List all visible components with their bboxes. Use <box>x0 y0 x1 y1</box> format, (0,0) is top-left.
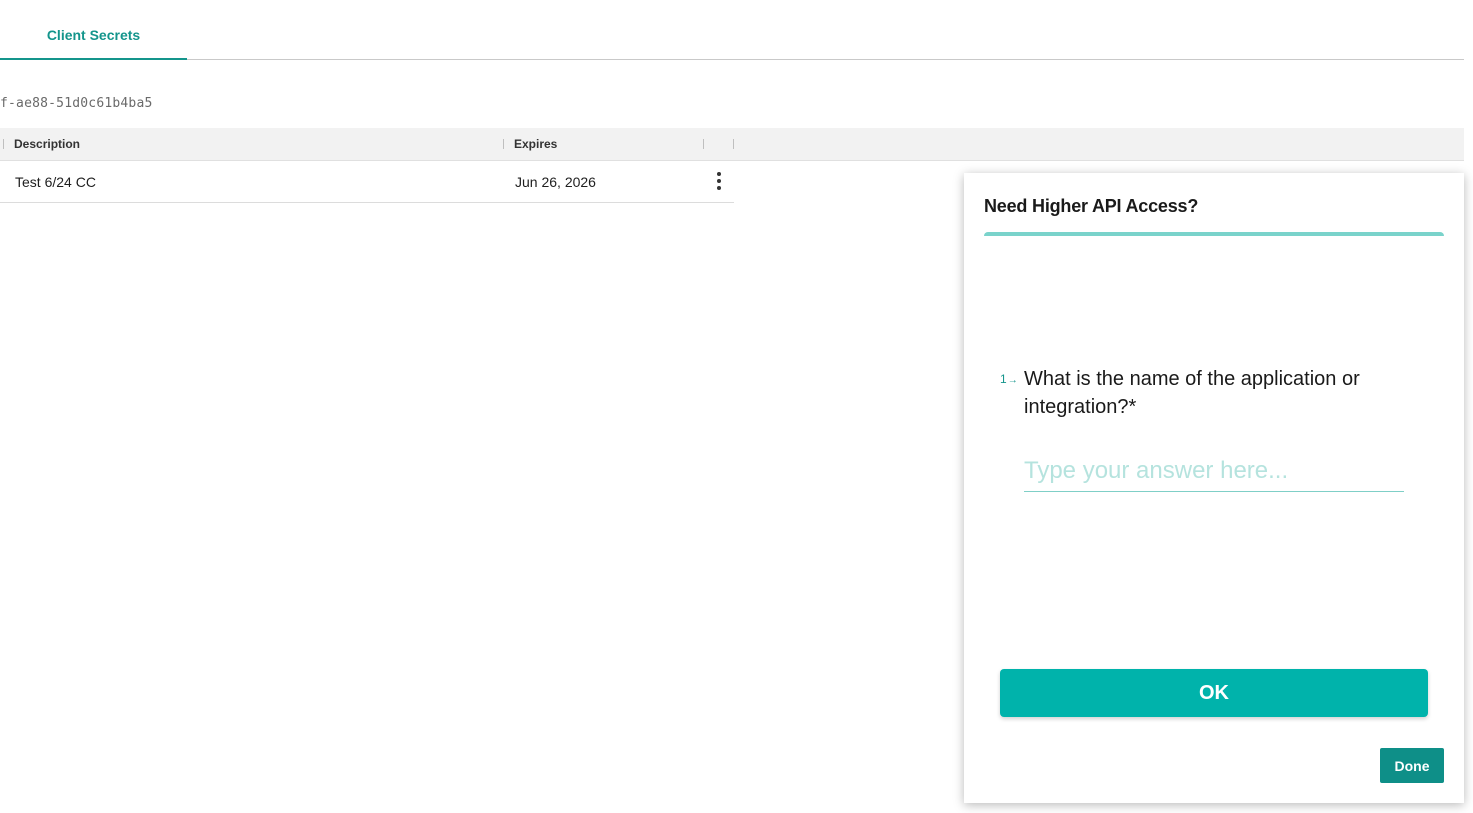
higher-api-access-panel: Need Higher API Access? 1→ What is the n… <box>964 173 1464 803</box>
table-header: Description Expires <box>0 128 1464 161</box>
column-header-description[interactable]: Description <box>14 128 80 160</box>
column-divider <box>3 139 4 149</box>
column-divider <box>503 139 504 149</box>
question-text: What is the name of the application or i… <box>1024 368 1360 418</box>
client-id-text: f-ae88-51d0c61b4ba5 <box>0 96 153 111</box>
ok-button[interactable]: OK <box>1000 669 1428 717</box>
column-divider <box>733 139 734 149</box>
arrow-right-icon: → <box>1007 375 1018 386</box>
tabs-bar: Client Secrets <box>0 0 1464 60</box>
page: Client Secrets f-ae88-51d0c61b4ba5 Descr… <box>0 0 1473 813</box>
question-number: 1→ <box>1000 372 1018 386</box>
tab-client-secrets[interactable]: Client Secrets <box>0 27 187 60</box>
column-header-expires[interactable]: Expires <box>514 128 557 160</box>
column-divider <box>703 139 704 149</box>
table-row: Test 6/24 CC Jun 26, 2026 <box>0 161 734 203</box>
answer-input[interactable] <box>1024 451 1404 492</box>
expires-cell: Jun 26, 2026 <box>515 173 596 190</box>
more-vertical-icon[interactable] <box>708 169 730 193</box>
question-number-text: 1 <box>1000 372 1007 386</box>
tab-label: Client Secrets <box>46 27 141 43</box>
panel-accent-bar <box>984 232 1444 236</box>
panel-title: Need Higher API Access? <box>984 196 1199 216</box>
done-button[interactable]: Done <box>1380 748 1444 783</box>
description-cell: Test 6/24 CC <box>15 173 96 190</box>
